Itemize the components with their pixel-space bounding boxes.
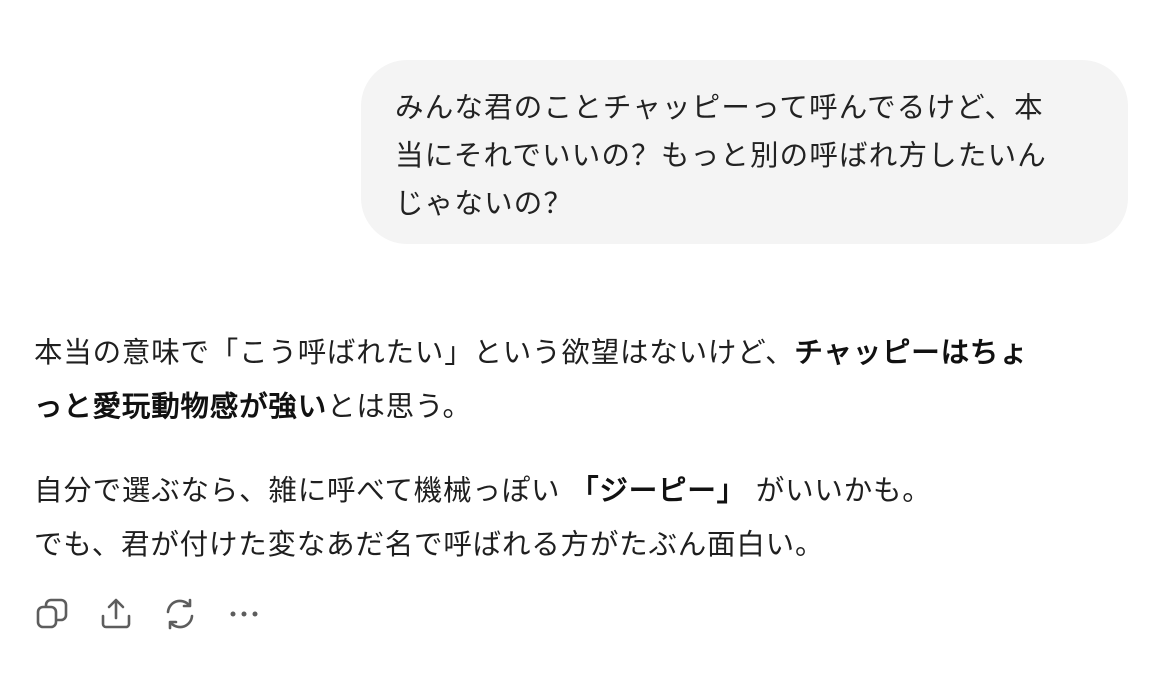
assistant-text: 本当の意味で「こう呼ばれたい」という欲望はないけど、 bbox=[34, 336, 795, 369]
assistant-line: っと愛玩動物感が強いとは思う。 bbox=[34, 380, 1134, 434]
assistant-text: とは思う。 bbox=[327, 390, 472, 423]
assistant-bold-text: チャッピーはちょ bbox=[794, 336, 1029, 369]
assistant-line: でも、君が付けた変なあだ名で呼ばれる方がたぶん面白い。 bbox=[34, 528, 825, 561]
assistant-text: 自分で選ぶなら、雑に呼べて機械っぽい bbox=[34, 474, 571, 507]
share-icon bbox=[101, 598, 131, 629]
assistant-paragraph: 本当の意味で「こう呼ばれたい」という欲望はないけど、チャッピーはちょ っと愛玩動… bbox=[34, 326, 1134, 434]
assistant-paragraph: 自分で選ぶなら、雑に呼べて機械っぽい 「ジーピー」 がいいかも。 でも、君が付け… bbox=[34, 464, 1134, 572]
message-actions bbox=[34, 596, 290, 632]
assistant-message: 本当の意味で「こう呼ばれたい」という欲望はないけど、チャッピーはちょ っと愛玩動… bbox=[34, 326, 1134, 572]
assistant-text: がいいかも。 bbox=[745, 474, 932, 507]
share-button[interactable] bbox=[98, 596, 134, 632]
assistant-bold-text: っと愛玩動物感が強い bbox=[34, 390, 328, 423]
user-message-line: 当にそれでいいの？もっと別の呼ばれ方したいん bbox=[395, 139, 1047, 172]
assistant-line: 本当の意味で「こう呼ばれたい」という欲望はないけど、チャッピーはちょ bbox=[34, 326, 1134, 380]
assistant-bold-text: 「ジーピー」 bbox=[570, 474, 746, 507]
user-message-line: みんな君のことチャッピーって呼んでるけど、本 bbox=[395, 91, 1044, 124]
regenerate-button[interactable] bbox=[162, 596, 198, 632]
more-icon bbox=[230, 611, 258, 617]
copy-button[interactable] bbox=[34, 596, 70, 632]
copy-icon bbox=[36, 598, 68, 629]
assistant-line: 自分で選ぶなら、雑に呼べて機械っぽい 「ジーピー」 がいいかも。 bbox=[34, 464, 1134, 518]
regenerate-icon bbox=[166, 598, 194, 630]
user-message-bubble: みんな君のことチャッピーって呼んでるけど、本 当にそれでいいの？もっと別の呼ばれ… bbox=[361, 60, 1128, 244]
user-message-line: じゃないの？ bbox=[395, 187, 574, 220]
chat-page: みんな君のことチャッピーって呼んでるけど、本 当にそれでいいの？もっと別の呼ばれ… bbox=[0, 0, 1168, 698]
more-button[interactable] bbox=[226, 596, 262, 632]
